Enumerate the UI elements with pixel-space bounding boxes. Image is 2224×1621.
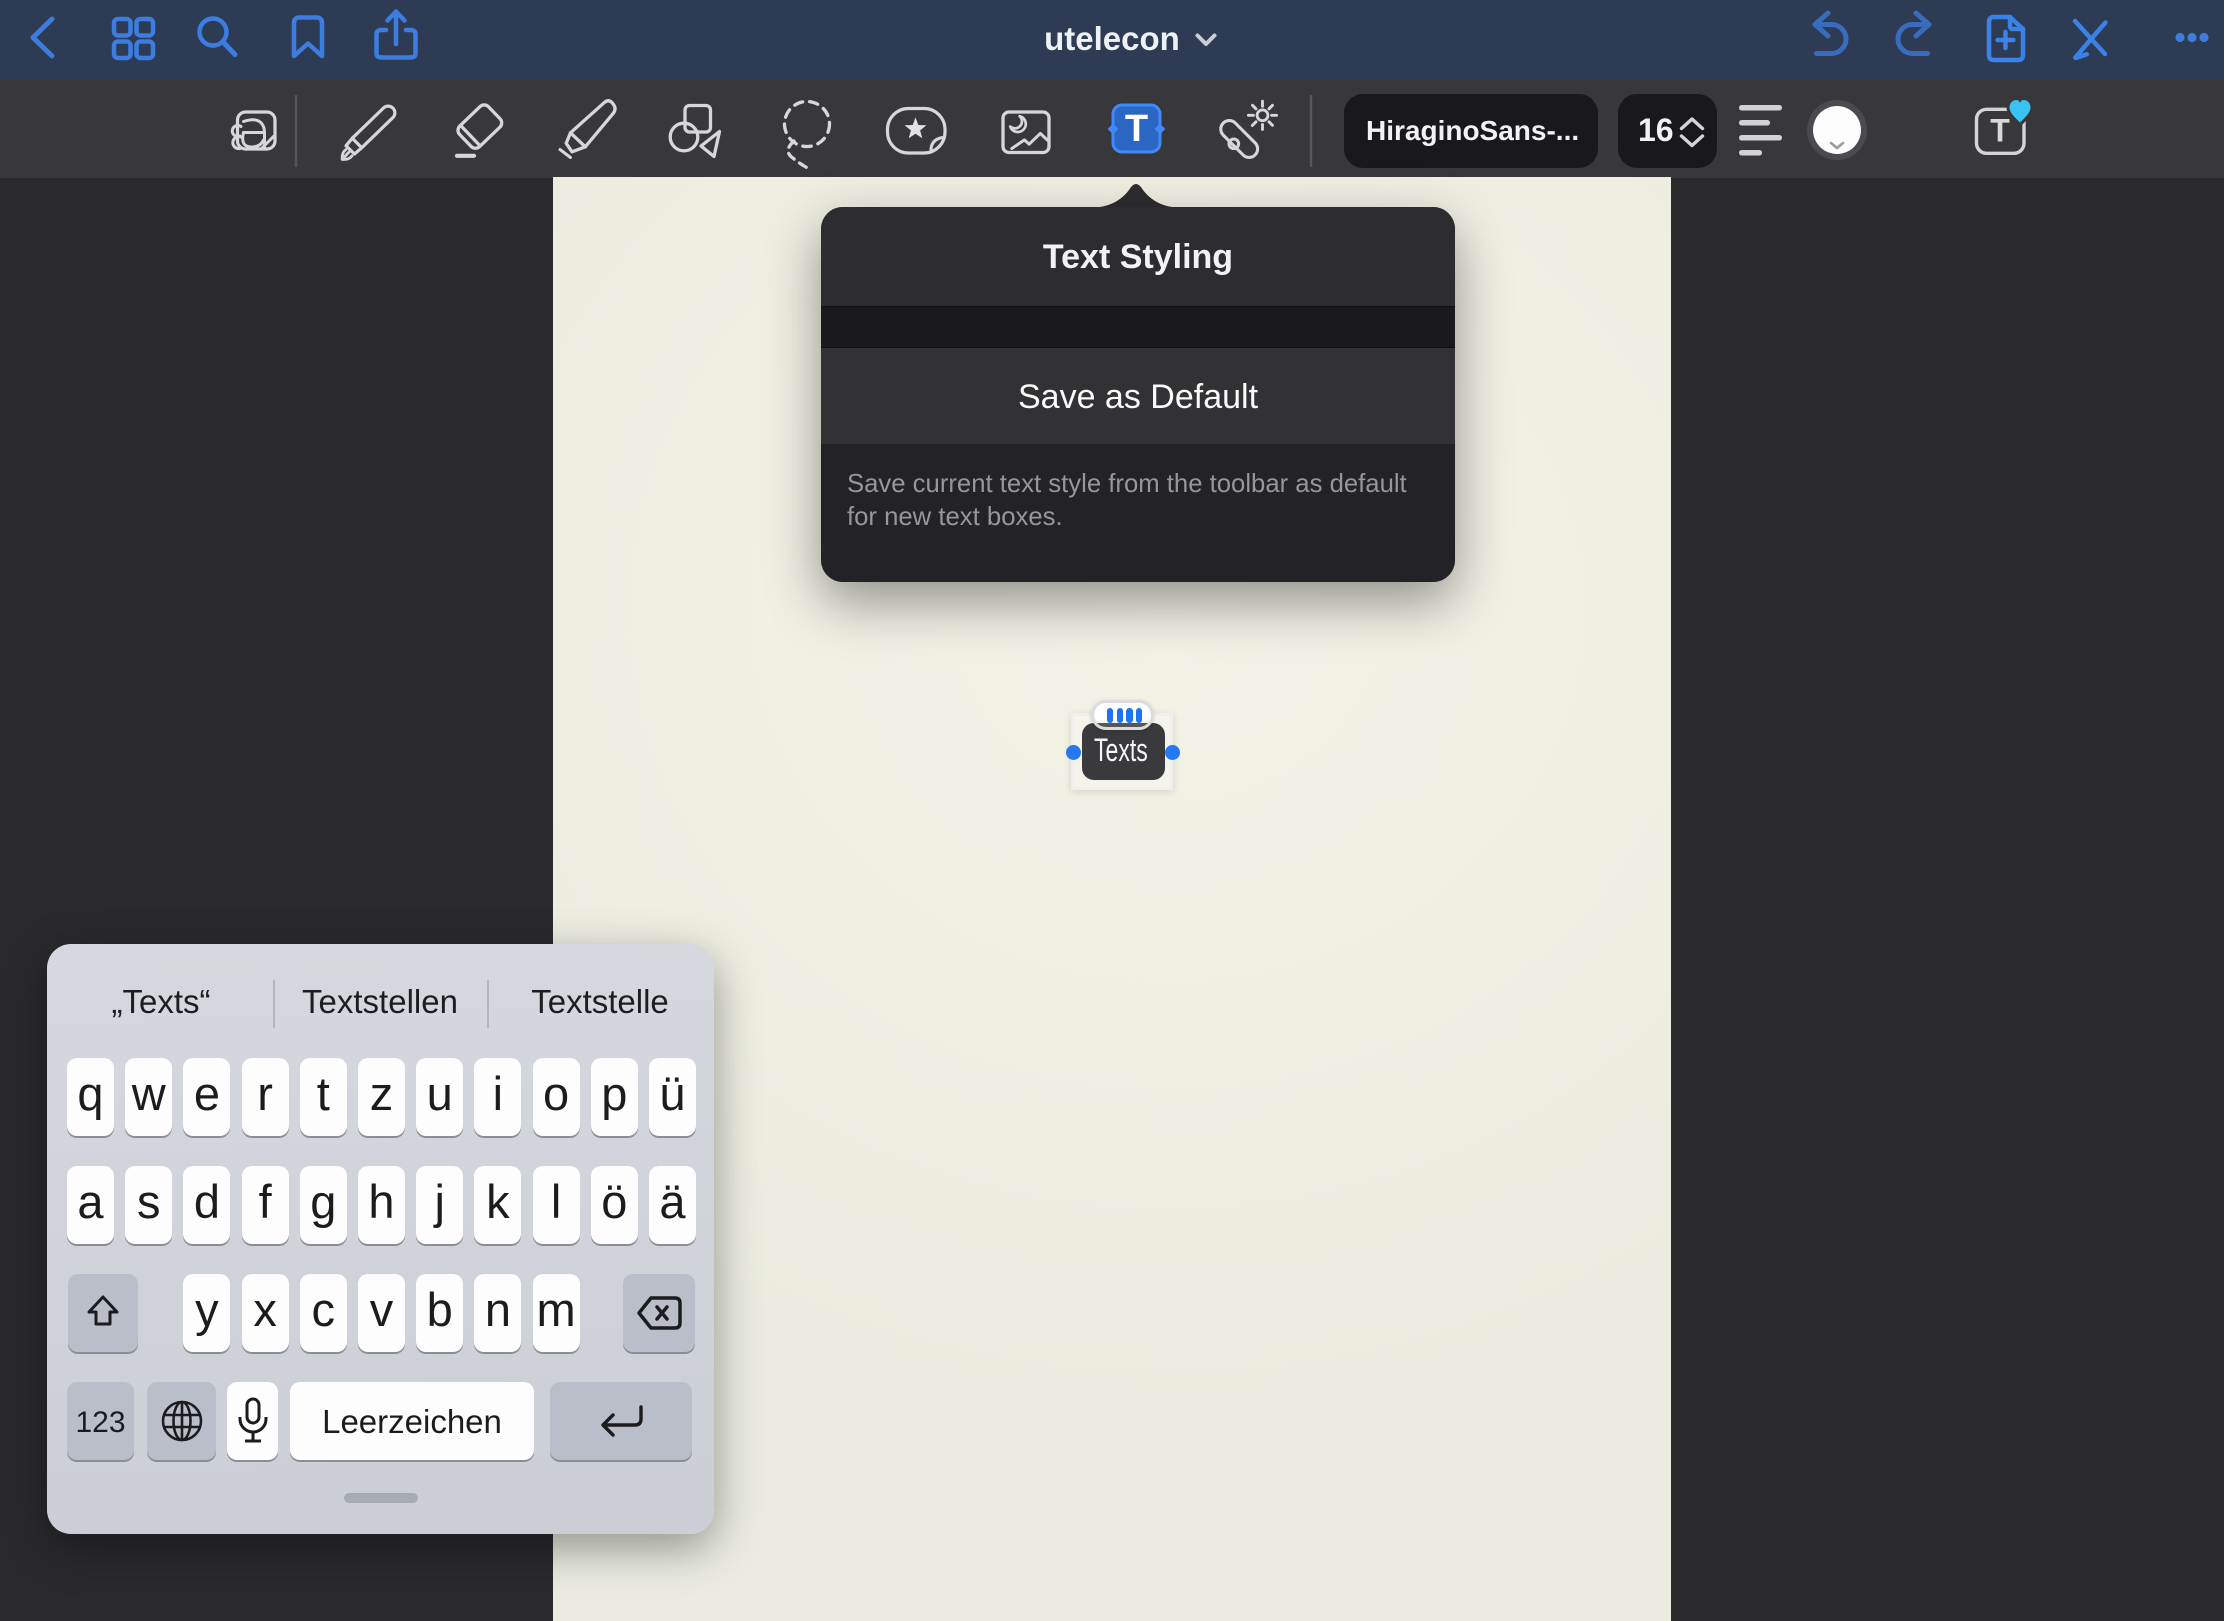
svg-text:HiraginoSans-...: HiraginoSans-...	[1366, 115, 1579, 146]
svg-text:T: T	[1990, 113, 2010, 149]
svg-text:T: T	[1125, 108, 1148, 150]
svg-text:16: 16	[1638, 112, 1674, 148]
